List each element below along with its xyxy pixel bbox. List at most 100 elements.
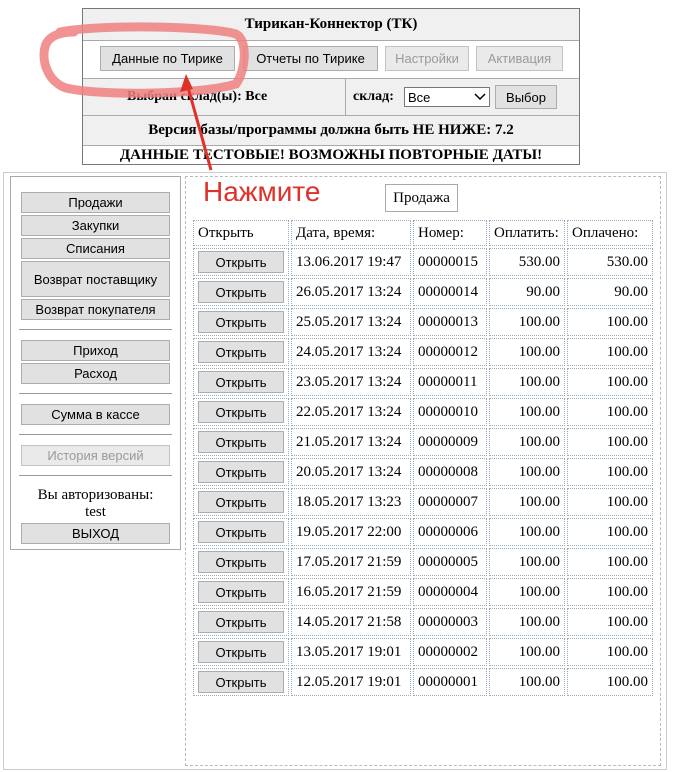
date-cell: 26.05.2017 13:24	[291, 278, 411, 306]
sidebar-item-customer-return[interactable]: Возврат покупателя	[21, 299, 170, 320]
number-cell: 00000009	[413, 428, 487, 456]
number-cell: 00000002	[413, 638, 487, 666]
paid-cell: 100.00	[567, 398, 653, 426]
column-header-datetime: Дата, время:	[291, 220, 411, 246]
select-button[interactable]: Выбор	[495, 85, 557, 109]
open-button[interactable]: Открыть	[198, 251, 284, 273]
logout-button[interactable]: ВЫХОД	[21, 523, 170, 544]
sidebar-item-purchases[interactable]: Закупки	[21, 215, 170, 236]
to-pay-cell: 100.00	[489, 668, 565, 696]
table-header-row: Открыть Дата, время: Номер: Оплатить: Оп…	[193, 220, 653, 246]
version-notice: Версия базы/программы должна быть НЕ НИЖ…	[83, 116, 579, 146]
open-cell: Открыть	[193, 338, 289, 366]
sidebar-divider	[19, 393, 172, 394]
to-pay-cell: 100.00	[489, 578, 565, 606]
open-button[interactable]: Открыть	[198, 611, 284, 633]
date-cell: 18.05.2017 13:23	[291, 488, 411, 516]
number-cell: 00000006	[413, 518, 487, 546]
table-row: Открыть 14.05.2017 21:58 00000003 100.00 100…	[193, 608, 653, 636]
open-cell: Открыть	[193, 308, 289, 336]
open-button[interactable]: Открыть	[198, 401, 284, 423]
sidebar-item-supplier-return[interactable]: Возврат поставщику	[21, 261, 170, 297]
open-cell: Открыть	[193, 638, 289, 666]
username: test	[85, 504, 106, 520]
cash-total-button[interactable]: Сумма в кассе	[21, 404, 170, 425]
open-cell: Открыть	[193, 248, 289, 276]
warehouse-row: Выбран склад(ы): Все склад: Все Выбор	[83, 79, 579, 116]
date-cell: 13.06.2017 19:47	[291, 248, 411, 276]
column-header-to-pay: Оплатить:	[489, 220, 565, 246]
tab-settings[interactable]: Настройки	[385, 46, 469, 71]
open-button[interactable]: Открыть	[198, 551, 284, 573]
paid-cell: 100.00	[567, 518, 653, 546]
tab-activation[interactable]: Активация	[476, 46, 563, 71]
open-button[interactable]: Открыть	[198, 521, 284, 543]
open-button[interactable]: Открыть	[198, 281, 284, 303]
test-data-notice: ДАННЫЕ ТЕСТОВЫЕ! ВОЗМОЖНЫ ПОВТОРНЫЕ ДАТЫ…	[119, 147, 543, 163]
paid-cell: 100.00	[567, 338, 653, 366]
open-button[interactable]: Открыть	[198, 581, 284, 603]
column-header-open: Открыть	[193, 220, 289, 246]
paid-cell: 530.00	[567, 248, 653, 276]
paid-cell: 100.00	[567, 488, 653, 516]
tab-tirika-data[interactable]: Данные по Тирике	[100, 46, 235, 71]
open-cell: Открыть	[193, 578, 289, 606]
date-cell: 22.05.2017 13:24	[291, 398, 411, 426]
paid-cell: 100.00	[567, 608, 653, 636]
sales-table: Открыть Дата, время: Номер: Оплатить: Оп…	[191, 218, 655, 698]
paid-cell: 100.00	[567, 578, 653, 606]
date-cell: 17.05.2017 21:59	[291, 548, 411, 576]
to-pay-cell: 530.00	[489, 248, 565, 276]
warehouse-select[interactable]: Все	[404, 87, 490, 107]
table-row: Открыть 13.06.2017 19:47 00000015 530.00 530…	[193, 248, 653, 276]
top-nav: Данные по Тирике Отчеты по Тирике Настро…	[83, 41, 579, 79]
paid-cell: 100.00	[567, 368, 653, 396]
chevron-down-icon	[474, 93, 486, 101]
open-button[interactable]: Открыть	[198, 461, 284, 483]
tab-tirika-reports[interactable]: Отчеты по Тирике	[243, 46, 378, 71]
to-pay-cell: 100.00	[489, 398, 565, 426]
to-pay-cell: 100.00	[489, 458, 565, 486]
paid-cell: 100.00	[567, 548, 653, 576]
sidebar-item-writeoffs[interactable]: Списания	[21, 238, 170, 259]
number-cell: 00000015	[413, 248, 487, 276]
open-button[interactable]: Открыть	[198, 371, 284, 393]
column-header-number: Номер:	[413, 220, 487, 246]
open-button[interactable]: Открыть	[198, 341, 284, 363]
number-cell: 00000004	[413, 578, 487, 606]
number-cell: 00000012	[413, 338, 487, 366]
to-pay-cell: 90.00	[489, 278, 565, 306]
number-cell: 00000011	[413, 368, 487, 396]
paid-cell: 100.00	[567, 308, 653, 336]
version-history-button[interactable]: История версий	[21, 445, 170, 466]
number-cell: 00000008	[413, 458, 487, 486]
sidebar-item-income[interactable]: Приход	[21, 340, 170, 361]
open-cell: Открыть	[193, 458, 289, 486]
to-pay-cell: 100.00	[489, 338, 565, 366]
auth-label: Вы авторизованы:	[37, 487, 154, 503]
to-pay-cell: 100.00	[489, 368, 565, 396]
open-button[interactable]: Открыть	[198, 641, 284, 663]
sidebar-divider	[19, 329, 172, 330]
table-body: Открыть 13.06.2017 19:47 00000015 530.00 530…	[193, 248, 653, 696]
table-row: Открыть 26.05.2017 13:24 00000014 90.00 90.0…	[193, 278, 653, 306]
open-button[interactable]: Открыть	[198, 671, 284, 693]
open-cell: Открыть	[193, 398, 289, 426]
sidebar-item-expense[interactable]: Расход	[21, 363, 170, 384]
open-button[interactable]: Открыть	[198, 491, 284, 513]
table-row: Открыть 21.05.2017 13:24 00000009 100.00 100…	[193, 428, 653, 456]
date-cell: 19.05.2017 22:00	[291, 518, 411, 546]
paid-cell: 100.00	[567, 458, 653, 486]
table-row: Открыть 17.05.2017 21:59 00000005 100.00 100…	[193, 548, 653, 576]
open-button[interactable]: Открыть	[198, 431, 284, 453]
number-cell: 00000013	[413, 308, 487, 336]
table-row: Открыть 16.05.2017 21:59 00000004 100.00 100…	[193, 578, 653, 606]
paid-cell: 100.00	[567, 638, 653, 666]
app-title: Тирикан-Коннектор (ТК)	[83, 9, 579, 41]
to-pay-cell: 100.00	[489, 308, 565, 336]
open-button[interactable]: Открыть	[198, 311, 284, 333]
number-cell: 00000001	[413, 668, 487, 696]
date-cell: 16.05.2017 21:59	[291, 578, 411, 606]
sidebar-item-sales[interactable]: Продажи	[21, 192, 170, 213]
paid-cell: 100.00	[567, 668, 653, 696]
